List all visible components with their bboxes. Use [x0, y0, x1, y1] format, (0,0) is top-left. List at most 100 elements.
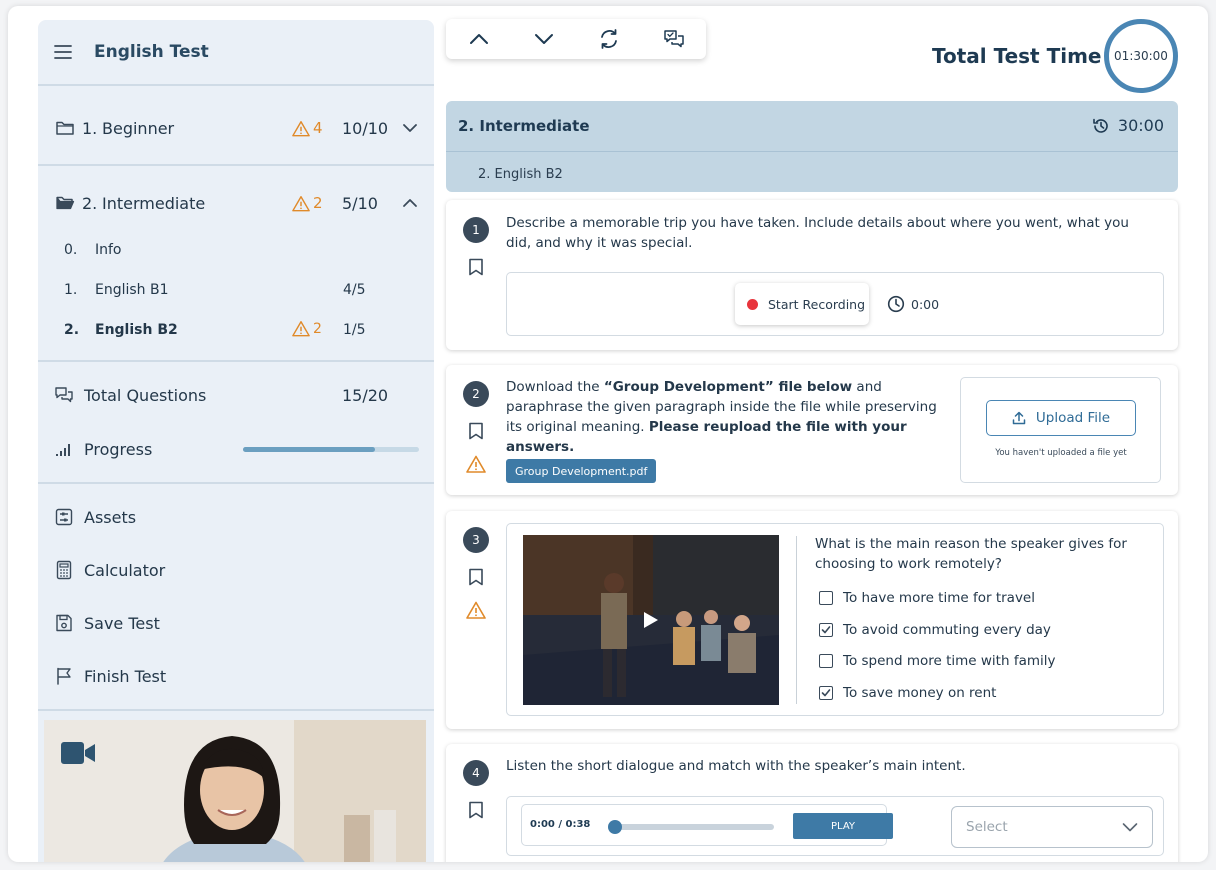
menu-item-label: Save Test — [84, 613, 160, 633]
question-text: Listen the short dialogue and match with… — [506, 758, 966, 774]
warning-count: 2 — [313, 320, 322, 337]
bookmark-icon[interactable] — [468, 801, 484, 819]
question-number: 4 — [463, 760, 489, 786]
intent-select[interactable]: Select — [951, 806, 1153, 848]
warning-count: 2 — [313, 194, 323, 212]
answer-option[interactable]: To avoid commuting every day — [819, 622, 1051, 638]
upload-file-button[interactable]: Upload File — [986, 400, 1136, 436]
question-number: 1 — [463, 217, 489, 243]
option-label: To save money on rent — [843, 685, 997, 701]
subsection-label: Info — [95, 242, 122, 258]
upload-status: You haven't uploaded a file yet — [995, 448, 1127, 458]
section-subtitle: 2. English B2 — [478, 167, 563, 182]
warning-icon — [466, 601, 486, 619]
start-recording-button[interactable]: Start Recording — [735, 283, 869, 325]
menu-item-assets[interactable]: Assets — [38, 497, 434, 537]
bookmark-icon[interactable] — [468, 568, 484, 586]
menu-item-label: Calculator — [84, 560, 166, 580]
upload-label: Upload File — [1035, 410, 1111, 426]
bookmark-icon[interactable] — [468, 258, 484, 276]
play-icon[interactable] — [643, 611, 659, 629]
warning-icon — [292, 195, 310, 211]
checkbox-checked[interactable] — [819, 623, 833, 637]
section-label: Intermediate — [102, 193, 206, 213]
section-number: 1. — [82, 118, 98, 138]
question-number: 2 — [463, 381, 489, 407]
play-button[interactable]: PLAY — [793, 813, 893, 839]
option-label: To have more time for travel — [843, 590, 1035, 606]
answer-option[interactable]: To have more time for travel — [819, 590, 1035, 606]
history-icon — [1093, 118, 1108, 133]
audio-seek-handle[interactable] — [608, 820, 622, 834]
chevron-down-icon — [1122, 823, 1138, 832]
checkbox[interactable] — [819, 591, 833, 605]
webcam-image — [44, 720, 426, 862]
sidebar-section-intermediate[interactable]: 2. Intermediate 2 5/10 — [38, 183, 434, 223]
divider — [38, 164, 434, 166]
question-card: 1 Describe a memorable trip you have tak… — [446, 200, 1178, 350]
flag-icon — [57, 667, 71, 685]
subsection-label: English B1 — [95, 282, 169, 298]
checkmark-icon — [821, 626, 831, 634]
question-number: 3 — [463, 527, 489, 553]
hamburger-menu-icon[interactable] — [54, 44, 72, 60]
record-label: Start Recording — [768, 296, 866, 312]
chevron-up-icon — [469, 34, 488, 44]
subsection-number: 2. — [64, 322, 80, 338]
menu-item-label: Finish Test — [84, 666, 167, 686]
subsection-score: 1/5 — [343, 322, 366, 338]
menu-item-finish-test[interactable]: Finish Test — [38, 656, 434, 696]
total-questions-row: Total Questions 15/20 — [38, 375, 434, 415]
calculator-icon — [56, 560, 72, 580]
menu-item-label: Assets — [84, 507, 137, 527]
menu-item-calculator[interactable]: Calculator — [38, 550, 434, 590]
audio-time: 0:00 / 0:38 — [530, 819, 591, 830]
save-icon — [56, 614, 72, 632]
subsection-number: 0. — [64, 242, 78, 258]
question-text: What is the main reason the speaker give… — [815, 536, 1127, 572]
audio-seek-bar[interactable] — [610, 824, 774, 830]
checkbox-checked[interactable] — [819, 686, 833, 700]
record-time: 0:00 — [911, 296, 940, 312]
total-test-time-label: Total Test Time — [932, 44, 1102, 68]
video-camera-icon[interactable] — [60, 740, 96, 766]
option-label: To avoid commuting every day — [843, 622, 1051, 638]
option-label: To spend more time with family — [843, 653, 1056, 669]
record-icon — [747, 298, 758, 310]
question-card: 2 Download the “Group Development” file … — [446, 365, 1178, 495]
recording-duration: 0:00 — [887, 295, 939, 313]
sidebar: English Test 1. Beginner 4 10/10 2. Inte… — [38, 20, 434, 862]
answer-option[interactable]: To save money on rent — [819, 685, 996, 701]
audio-player: 0:00 / 0:38 PLAY — [521, 804, 893, 846]
download-file-button[interactable]: Group Development.pdf — [506, 459, 657, 483]
app-title: English Test — [94, 42, 209, 62]
audio-question-box: 0:00 / 0:38 PLAY Select — [506, 796, 1164, 856]
sidebar-section-beginner[interactable]: 1. Beginner 4 10/10 — [38, 108, 434, 148]
divider — [796, 536, 797, 704]
answer-option[interactable]: To spend more time with family — [819, 653, 1055, 669]
next-question-button[interactable] — [530, 25, 558, 53]
section-title: 2. Intermediate — [458, 117, 590, 135]
assets-icon — [55, 508, 73, 526]
chat-button[interactable] — [660, 25, 688, 53]
subsection-number: 1. — [64, 282, 78, 298]
previous-question-button[interactable] — [465, 25, 493, 53]
question-text: Describe a memorable trip you have taken… — [506, 215, 1129, 251]
questions-icon — [55, 387, 73, 403]
question-card: 4 Listen the short dialogue and match wi… — [446, 744, 1178, 862]
warning-badge: 2 — [292, 320, 322, 337]
refresh-button[interactable] — [595, 25, 623, 53]
chevron-up-icon[interactable] — [401, 194, 419, 212]
chevron-down-icon[interactable] — [401, 119, 419, 137]
question-text-part: Download the — [506, 379, 604, 395]
video-player[interactable] — [523, 535, 779, 705]
total-questions-label: Total Questions — [84, 385, 207, 405]
recording-box: Start Recording 0:00 — [506, 272, 1164, 336]
chat-icon — [663, 30, 684, 48]
menu-item-save-test[interactable]: Save Test — [38, 603, 434, 643]
checkmark-icon — [821, 689, 831, 697]
checkbox[interactable] — [819, 654, 833, 668]
bookmark-icon[interactable] — [468, 422, 484, 440]
section-time-value: 30:00 — [1117, 116, 1164, 135]
section-score: 10/10 — [342, 118, 389, 138]
